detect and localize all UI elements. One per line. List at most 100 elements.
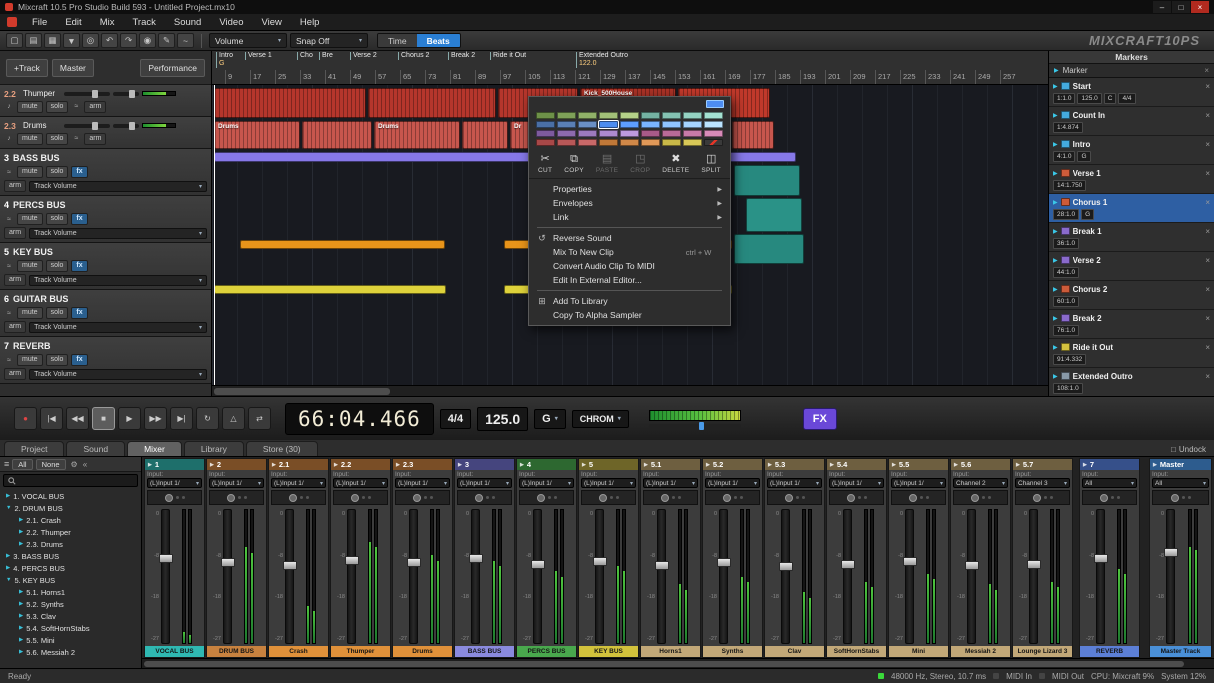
- scrollbar-thumb[interactable]: [214, 388, 390, 395]
- volume-fader[interactable]: [843, 509, 852, 644]
- mixer-channel-strip[interactable]: ▶ 4 Input: (L)Input 1/▾ 0-8-18-27: [516, 458, 577, 658]
- fx-button[interactable]: FX: [803, 408, 837, 430]
- expand-arrow-icon[interactable]: ▶: [19, 625, 23, 631]
- midi-out-label[interactable]: MIDI Out: [1052, 672, 1084, 681]
- channel-name[interactable]: DRUM BUS: [207, 646, 266, 657]
- input-selector[interactable]: (L)Input 1/▾: [271, 478, 326, 488]
- color-swatch[interactable]: [557, 121, 576, 128]
- collapse-strip-icon[interactable]: ▶: [396, 462, 400, 468]
- context-menu-item[interactable]: ↺ Reverse Sound ▶: [529, 231, 730, 245]
- channel-name[interactable]: Clav: [765, 646, 824, 657]
- marker-color-chip[interactable]: [1061, 372, 1070, 380]
- menu-item[interactable]: Mix: [91, 15, 124, 30]
- pan-knob[interactable]: [413, 494, 421, 502]
- mixer-tree-item[interactable]: ▶ 5.1. Horns1: [0, 586, 141, 598]
- context-menu-item[interactable]: Mix To New Clip ctrl + W ▶: [529, 245, 730, 259]
- mute-button[interactable]: mute: [17, 101, 43, 113]
- audio-track-header[interactable]: 2.2 Thumper ♪ mute solo ≈ arm: [0, 85, 211, 117]
- volume-fader[interactable]: [595, 509, 604, 644]
- track-volume-dropdown[interactable]: Track Volume▾: [29, 181, 207, 192]
- input-selector[interactable]: Channel 2▾: [953, 478, 1008, 488]
- color-swatch[interactable]: [704, 121, 723, 128]
- context-menu-item[interactable]: ⊞ Add To Library ▶: [529, 294, 730, 308]
- solo-button[interactable]: solo: [46, 166, 69, 178]
- mixer-tree-item[interactable]: ▶ 2.2. Thumper: [0, 526, 141, 538]
- pan-knob[interactable]: [847, 494, 855, 502]
- input-selector[interactable]: (L)Input 1/▾: [891, 478, 946, 488]
- mixer-tree-item[interactable]: ▶ 5.3. Clav: [0, 610, 141, 622]
- mixer-tree-item[interactable]: ▶ 5.6. Messiah 2: [0, 646, 141, 658]
- color-swatch[interactable]: [662, 112, 681, 119]
- audio-clip[interactable]: Drums: [374, 121, 460, 149]
- marker-color-chip[interactable]: [1061, 198, 1070, 206]
- panel-tab[interactable]: Project: [4, 441, 64, 456]
- timeline-ruler[interactable]: IntroGVerse 1ChoBreVerse 2Chorus 2Break …: [212, 51, 1048, 85]
- go-to-end-button[interactable]: ▶|: [170, 407, 193, 430]
- audio-track-header[interactable]: 2.3 Drums ♪ mute solo ≈ arm: [0, 117, 211, 149]
- marker-play-icon[interactable]: ▶: [1053, 315, 1058, 322]
- solo-button[interactable]: solo: [46, 101, 69, 113]
- bus-track-header[interactable]: 7 REVERB ≈ mute solo fx arm Track Volume…: [0, 337, 211, 384]
- master-volume-slider[interactable]: [649, 424, 741, 428]
- new-project-button[interactable]: ▢: [6, 33, 23, 48]
- track-volume-dropdown[interactable]: Track Volume▾: [29, 369, 207, 380]
- channel-name[interactable]: Horns1: [641, 646, 700, 657]
- marker-delete-button[interactable]: ×: [1205, 140, 1210, 149]
- channel-controls[interactable]: [829, 490, 884, 505]
- marker-play-icon[interactable]: ▶: [1053, 344, 1058, 351]
- input-selector[interactable]: (L)Input 1/▾: [767, 478, 822, 488]
- channel-name[interactable]: Mini: [889, 646, 948, 657]
- context-menu-item[interactable]: ▶: [537, 290, 722, 291]
- marker-play-icon[interactable]: ▶: [1053, 112, 1058, 119]
- pan-knob[interactable]: [599, 494, 607, 502]
- color-swatch[interactable]: [704, 112, 723, 119]
- mixer-tree-item[interactable]: ▶ 5.2. Synths: [0, 598, 141, 610]
- marker-play-icon[interactable]: ▶: [1053, 286, 1058, 293]
- audio-clip[interactable]: Drums: [214, 121, 300, 149]
- audio-clip[interactable]: [734, 165, 800, 196]
- marker-row[interactable]: ▶ Chorus 2 × 60:1.0: [1049, 281, 1214, 310]
- input-selector[interactable]: (L)Input 1/▾: [519, 478, 574, 488]
- menu-item[interactable]: Video: [210, 15, 252, 30]
- tempo-display[interactable]: 125.0: [477, 407, 528, 431]
- volume-fader[interactable]: [1166, 509, 1175, 644]
- solo-button[interactable]: solo: [46, 133, 69, 145]
- mixer-scrollbar[interactable]: [142, 658, 1214, 668]
- mixer-channel-strip[interactable]: ▶ 3 Input: (L)Input 1/▾ 0-8-18-27: [454, 458, 515, 658]
- undock-button[interactable]: □Undock: [1167, 445, 1210, 456]
- timeline-marker[interactable]: Break 2: [448, 52, 475, 60]
- context-menu-item[interactable]: Envelopes ▶: [529, 196, 730, 210]
- pan-knob[interactable]: [1100, 494, 1108, 502]
- volume-fader[interactable]: [223, 509, 232, 644]
- expand-arrow-icon[interactable]: ▶: [6, 553, 10, 559]
- marker-color-chip[interactable]: [1061, 227, 1070, 235]
- marker-row[interactable]: ▶ Chorus 1 × 28:1.0 G: [1049, 194, 1214, 223]
- mixer-tree-item[interactable]: ▶ 4. PERCS BUS: [0, 562, 141, 574]
- channel-controls[interactable]: [1082, 490, 1137, 505]
- marker-delete-button[interactable]: ×: [1205, 285, 1210, 294]
- menu-item[interactable]: File: [23, 15, 56, 30]
- mixer-tree-item[interactable]: ▶ 5.4. SoftHornStabs: [0, 622, 141, 634]
- audio-clip[interactable]: [214, 285, 446, 294]
- arm-button[interactable]: arm: [4, 321, 26, 333]
- expand-arrow-icon[interactable]: ▶: [6, 493, 10, 499]
- loop-button[interactable]: ↻: [196, 407, 219, 430]
- add-track-button[interactable]: +Track: [6, 59, 48, 77]
- channel-name[interactable]: Drums: [393, 646, 452, 657]
- input-selector[interactable]: (L)Input 1/▾: [829, 478, 884, 488]
- collapse-strip-icon[interactable]: ▶: [706, 462, 710, 468]
- pan-knob[interactable]: [785, 494, 793, 502]
- channel-name[interactable]: SoftHornStabs: [827, 646, 886, 657]
- channel-name[interactable]: Synths: [703, 646, 762, 657]
- volume-fader[interactable]: [781, 509, 790, 644]
- fx-button[interactable]: fx: [71, 213, 87, 225]
- marker-play-icon[interactable]: ▶: [1053, 228, 1058, 235]
- expand-arrow-icon[interactable]: ▶: [19, 541, 23, 547]
- marker-play-icon[interactable]: ▶: [1053, 199, 1058, 206]
- timeline-marker[interactable]: Cho: [297, 52, 313, 60]
- input-selector[interactable]: (L)Input 1/▾: [457, 478, 512, 488]
- channel-name[interactable]: Lounge Lizard 3: [1013, 646, 1072, 657]
- solo-button[interactable]: solo: [46, 307, 69, 319]
- panel-tab[interactable]: Library: [184, 441, 244, 456]
- channel-controls[interactable]: [643, 490, 698, 505]
